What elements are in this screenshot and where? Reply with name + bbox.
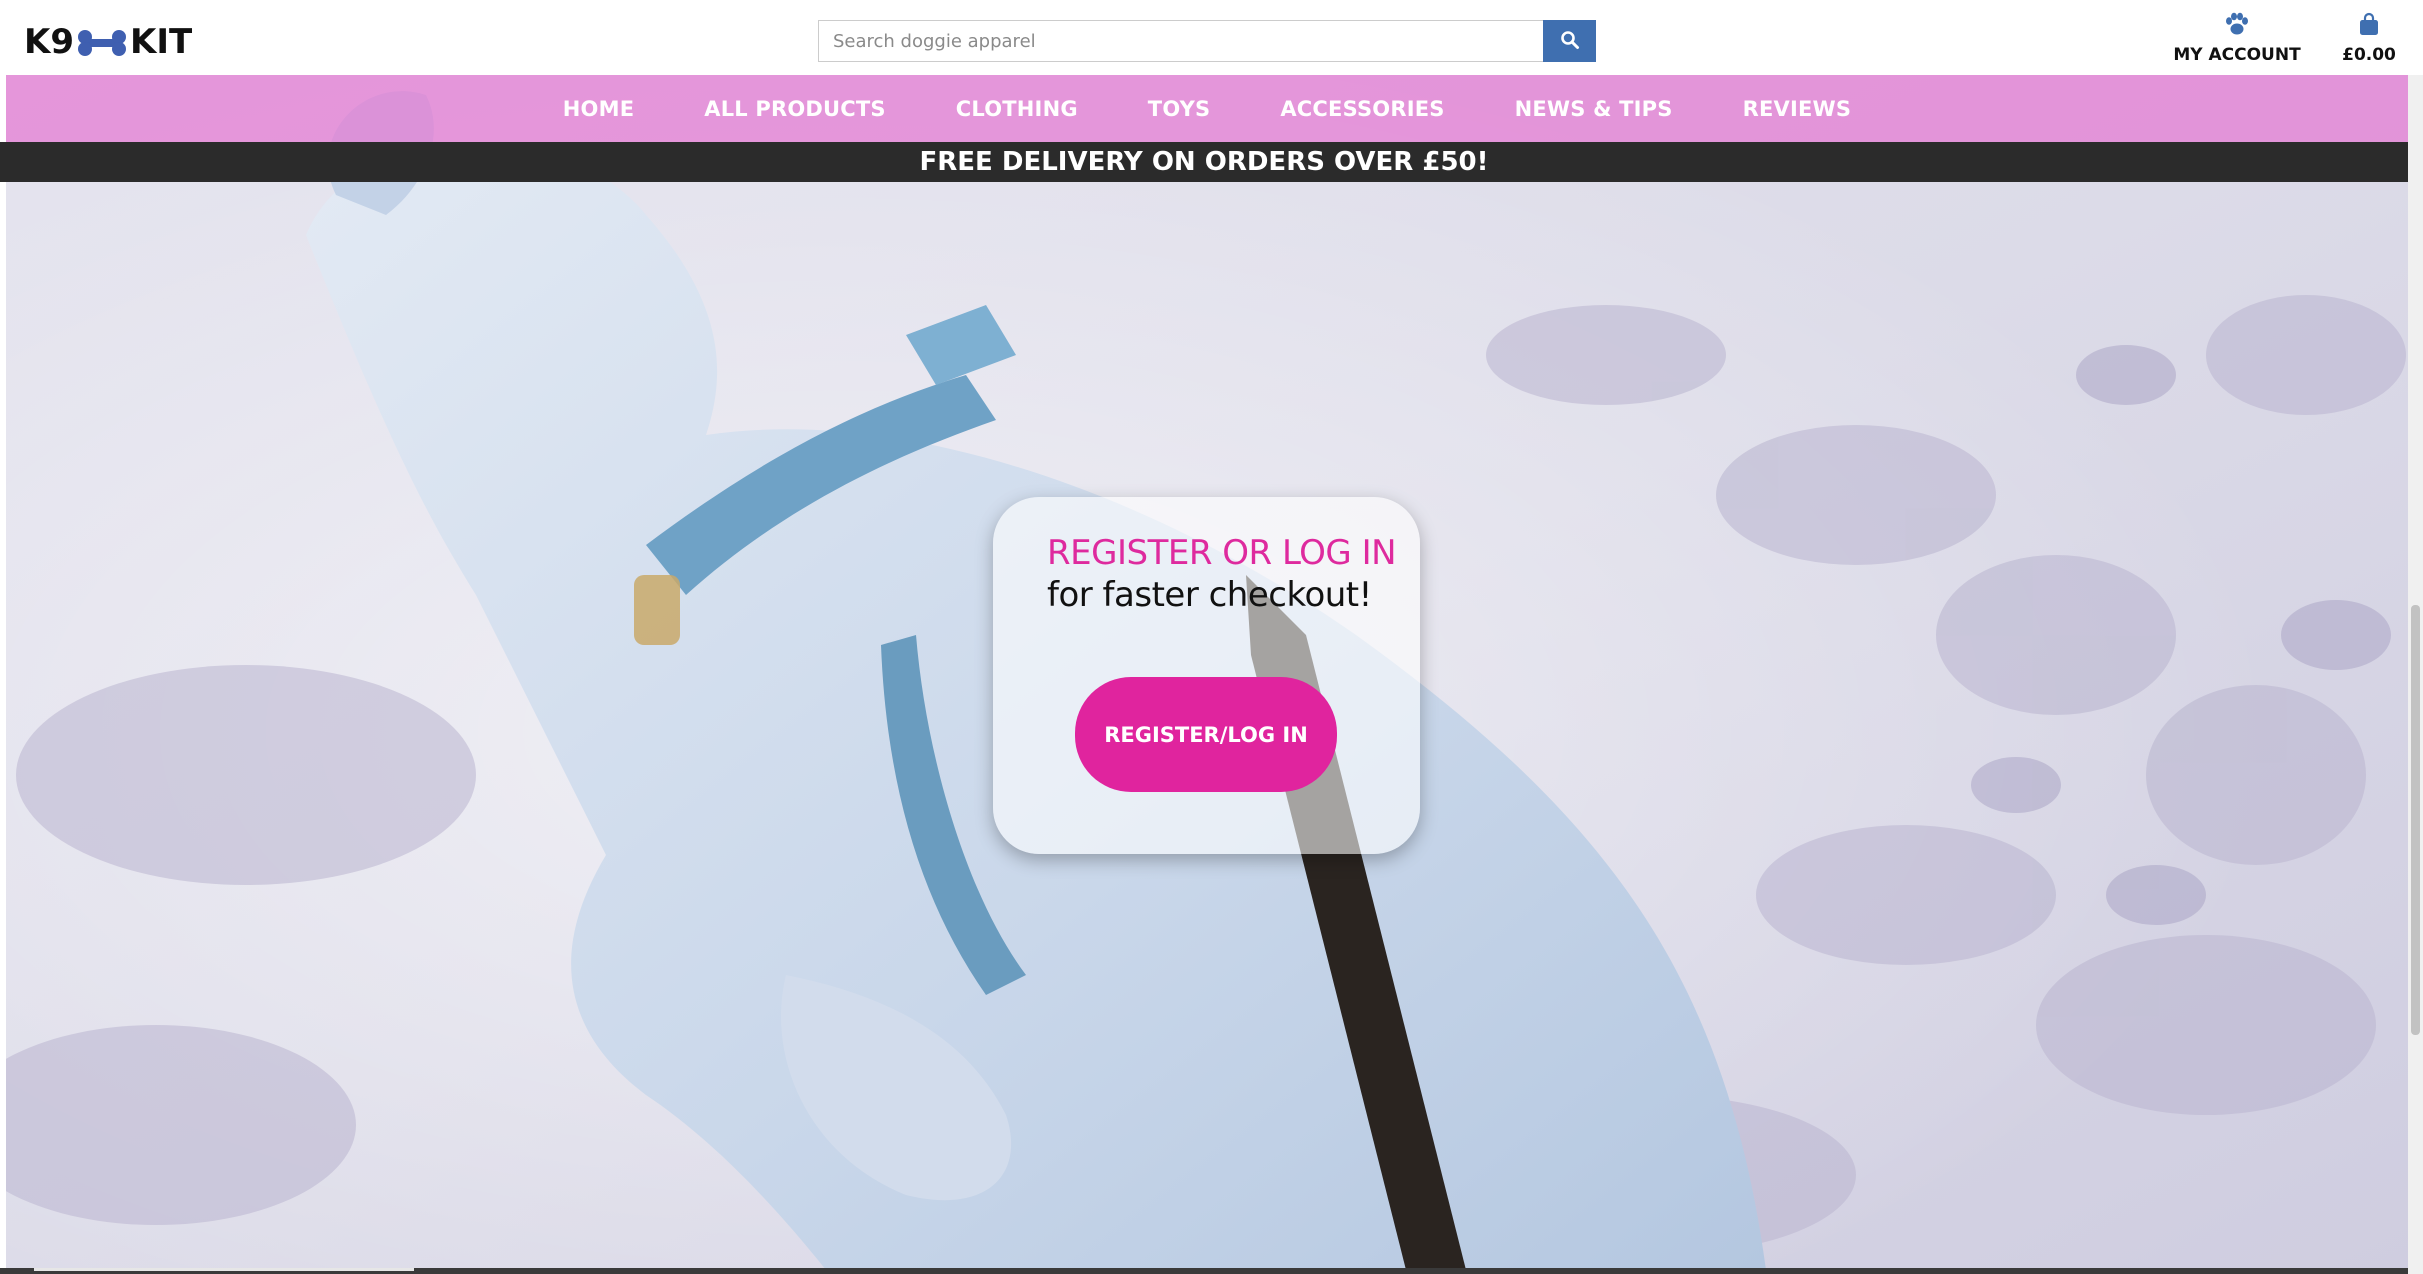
nav-item-accessories[interactable]: ACCESSORIES (1245, 97, 1479, 121)
my-account-link[interactable]: MY ACCOUNT (2172, 12, 2302, 65)
logo-text-right: KIT (130, 22, 193, 62)
site-logo[interactable]: K9 KIT (24, 20, 192, 64)
login-prompt-card: REGISTER OR LOG IN for faster checkout! … (993, 497, 1420, 854)
nav-item-all-products[interactable]: ALL PRODUCTS (669, 97, 921, 121)
register-login-button[interactable]: REGISTER/LOG IN (1075, 677, 1337, 792)
logo-text-left: K9 (24, 22, 75, 62)
scrollbar-thumb[interactable] (2411, 605, 2420, 1035)
my-account-label: MY ACCOUNT (2173, 45, 2301, 65)
nav-item-home[interactable]: HOME (528, 97, 669, 121)
nav-item-reviews[interactable]: REVIEWS (1708, 97, 1887, 121)
login-card-heading: REGISTER OR LOG IN (1047, 533, 1397, 573)
search-bar (818, 20, 1596, 62)
bottom-edge (0, 1268, 2408, 1274)
nav-item-clothing[interactable]: CLOTHING (921, 97, 1113, 121)
page-scrollbar[interactable] (2408, 75, 2423, 1274)
bottom-edge-segment (34, 1268, 414, 1271)
bone-icon (76, 27, 128, 57)
nav-item-news-tips[interactable]: NEWS & TIPS (1480, 97, 1708, 121)
promo-text: FREE DELIVERY ON ORDERS OVER £50! (919, 147, 1489, 177)
main-nav: HOME ALL PRODUCTS CLOTHING TOYS ACCESSOR… (6, 75, 2408, 142)
shopping-bag-icon (2358, 12, 2380, 40)
paw-icon (2224, 12, 2250, 40)
cart-link[interactable]: £0.00 (2336, 12, 2402, 65)
search-icon (1560, 30, 1580, 53)
search-input[interactable] (818, 20, 1543, 62)
site-header: K9 KIT Search doggie apparel MY ACCOUNT … (0, 0, 2423, 75)
search-button[interactable] (1543, 20, 1596, 62)
promo-banner: FREE DELIVERY ON ORDERS OVER £50! (0, 142, 2408, 182)
login-card-subheading: for faster checkout! (1047, 575, 1372, 615)
nav-item-toys[interactable]: TOYS (1113, 97, 1246, 121)
register-login-button-label: REGISTER/LOG IN (1104, 722, 1308, 747)
cart-total: £0.00 (2342, 45, 2396, 65)
